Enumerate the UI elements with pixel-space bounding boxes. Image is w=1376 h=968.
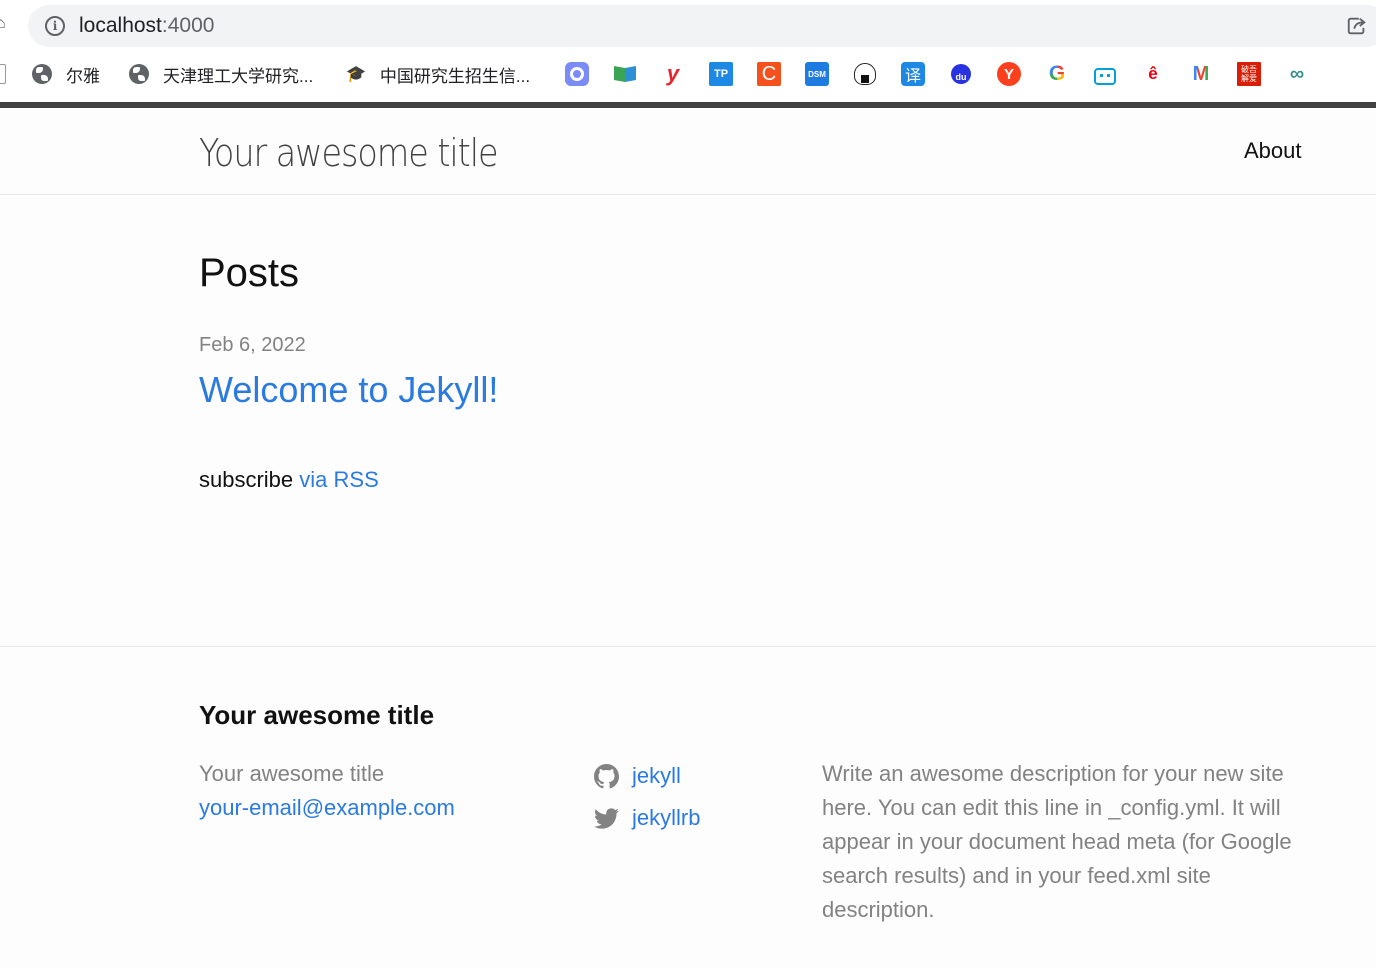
url-port: :4000 bbox=[161, 14, 215, 37]
footer-site-name: Your awesome title bbox=[199, 761, 385, 786]
github-icon bbox=[594, 763, 619, 788]
bookmark-tjut[interactable]: 天津理工大学研究... bbox=[129, 60, 313, 88]
baidu-icon[interactable]: du bbox=[949, 62, 973, 86]
twitter-icon bbox=[594, 807, 619, 829]
url-host: localhost bbox=[79, 14, 162, 37]
social-item-twitter[interactable]: jekyllrb bbox=[594, 797, 700, 839]
footer-contact: Your awesome title your-email@example.co… bbox=[199, 757, 455, 825]
share-icon[interactable] bbox=[1346, 15, 1368, 37]
yandex-icon[interactable]: Y bbox=[997, 62, 1021, 86]
site-header: Your awesome title About bbox=[0, 108, 1376, 195]
social-item-github[interactable]: jekyll bbox=[594, 755, 700, 797]
home-icon[interactable]: ⌂ bbox=[0, 14, 10, 34]
footer-heading: Your awesome title bbox=[199, 700, 435, 730]
graduation-cap-icon: 🎓 bbox=[346, 66, 366, 83]
rss-subscribe: subscribe via RSS bbox=[199, 466, 379, 494]
footer-email-link[interactable]: your-email@example.com bbox=[199, 795, 455, 820]
footer-description: Write an awesome description for your ne… bbox=[822, 761, 1292, 922]
globe-icon bbox=[32, 64, 52, 84]
site-info-icon[interactable]: i bbox=[45, 16, 65, 36]
bookmark-label: 中国研究生招生信... bbox=[379, 66, 531, 86]
gmail-icon[interactable]: M bbox=[1189, 62, 1213, 86]
bookmarks-bar: 尔雅 天津理工大学研究... 🎓 中国研究生招生信... bbox=[0, 56, 1376, 92]
site-title-link[interactable]: Your awesome title bbox=[199, 130, 499, 176]
bookmark-label: 尔雅 bbox=[66, 66, 100, 86]
52pojie-icon[interactable]: 破吾 解爱 bbox=[1237, 62, 1261, 86]
site-footer: Your awesome title Your awesome title yo… bbox=[0, 646, 1376, 968]
c-app-icon[interactable]: C bbox=[757, 62, 781, 86]
book-app-icon[interactable] bbox=[613, 62, 637, 86]
twitter-link[interactable]: jekyllrb bbox=[632, 797, 700, 839]
bilibili-icon[interactable] bbox=[1093, 62, 1117, 86]
rss-prefix: subscribe bbox=[199, 467, 294, 492]
google-icon[interactable]: G bbox=[1045, 62, 1069, 86]
browser-chrome: ⌂ i localhost:4000 尔雅 天津理工大学研究... 🎓 中国研究… bbox=[0, 0, 1376, 102]
post-title-link[interactable]: Welcome to Jekyll! bbox=[199, 368, 498, 412]
url-text[interactable]: localhost:4000 bbox=[79, 14, 214, 38]
globe-icon bbox=[129, 64, 149, 84]
bookmark-folder-icon[interactable] bbox=[0, 64, 6, 84]
translate-icon[interactable]: 译 bbox=[901, 62, 925, 86]
github-link[interactable]: jekyll bbox=[632, 755, 681, 797]
youdao-icon[interactable]: y bbox=[661, 61, 685, 86]
bookmark-erya[interactable]: 尔雅 bbox=[32, 60, 100, 88]
dsm-icon[interactable]: DSM bbox=[805, 62, 829, 86]
rss-link[interactable]: via RSS bbox=[299, 467, 378, 492]
post-list-heading: Posts bbox=[199, 251, 300, 295]
e-app-icon[interactable]: ê bbox=[1141, 62, 1165, 86]
bookmark-yz-chsi[interactable]: 🎓 中国研究生招生信... bbox=[346, 60, 530, 88]
post-date: Feb 6, 2022 bbox=[199, 334, 306, 356]
bookmark-label: 天津理工大学研究... bbox=[163, 66, 314, 86]
circle-app-icon[interactable] bbox=[565, 62, 589, 86]
infinity-app-icon[interactable]: ∞ bbox=[1285, 62, 1309, 86]
footer-social: jekyll jekyllrb bbox=[594, 755, 700, 839]
nav-link-about[interactable]: About bbox=[1244, 137, 1302, 165]
onigiri-icon[interactable] bbox=[853, 62, 877, 86]
tp-icon[interactable]: TP bbox=[709, 62, 733, 86]
address-bar[interactable]: i localhost:4000 bbox=[28, 5, 1376, 47]
